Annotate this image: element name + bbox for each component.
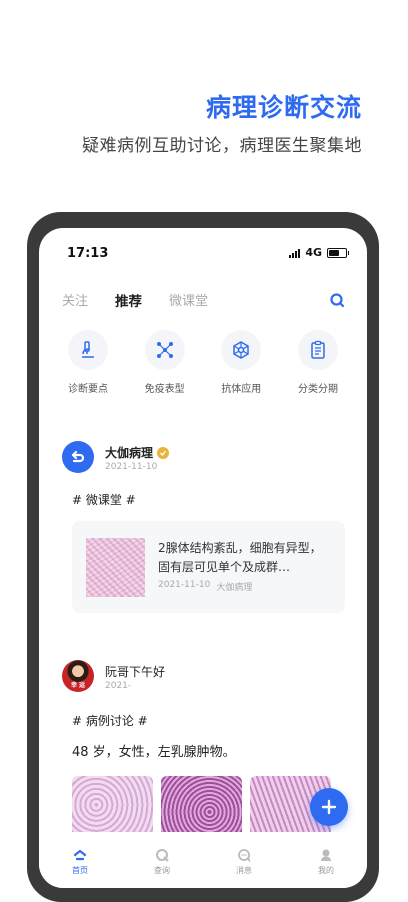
category-label: 分类分期 [297, 384, 338, 395]
network-icon [156, 342, 173, 358]
network-label: 4G [305, 246, 322, 259]
signal-icon [289, 248, 301, 258]
article-date: 2021-11-10 [158, 580, 211, 590]
query-icon [156, 849, 169, 862]
post-author[interactable]: 大伽病理 [105, 444, 170, 461]
search-icon[interactable] [329, 292, 345, 308]
avatar[interactable]: 幸 运 [62, 660, 94, 692]
tab-follow[interactable]: 关注 [62, 290, 88, 310]
hero-subtitle: 疑难病例互助讨论，病理医生聚集地 [82, 136, 362, 156]
article-title: 2腺体结构紊乱，细胞有异型，固有层可见单个及成群… [158, 541, 322, 574]
nav-profile[interactable]: 我的 [296, 848, 356, 876]
molecule-icon [233, 341, 250, 359]
nav-label: 我的 [318, 866, 334, 875]
post-topic-tag[interactable]: # 微课堂 # [72, 491, 136, 508]
category-diagnosis-points[interactable]: 诊断要点 [53, 330, 123, 395]
home-icon [73, 849, 87, 861]
avatar[interactable] [62, 441, 94, 473]
nav-query[interactable]: 查询 [132, 848, 192, 876]
category-immunophenotype[interactable]: 免疫表型 [130, 330, 200, 395]
post-date: 2021-11-10 [105, 462, 158, 472]
microscope-icon [82, 341, 94, 358]
nav-label: 查询 [154, 866, 170, 875]
category-label: 免疫表型 [144, 384, 185, 395]
post-topic-tag[interactable]: # 病例讨论 # [72, 712, 148, 729]
author-name: 大伽病理 [105, 446, 154, 460]
bottom-nav: 首页 查询 消息 我的 [39, 832, 367, 888]
nav-home[interactable]: 首页 [50, 848, 110, 876]
tab-micro-class[interactable]: 微课堂 [169, 290, 208, 310]
category-row: 诊断要点 免疫表型 抗体应用 分类分期 [53, 330, 353, 395]
tab-recommend[interactable]: 推荐 [115, 290, 142, 310]
status-indicators: 4G [289, 246, 349, 259]
battery-icon [327, 247, 349, 258]
linked-article-card[interactable]: 2腺体结构紊乱，细胞有异型，固有层可见单个及成群… 2021-11-10 大伽病… [72, 521, 345, 613]
post-date: 2021- [105, 681, 132, 691]
phone-screen: 17:13 4G 关注 推荐 微课堂 诊断要点 免疫表型 抗体应用 分类分期 大… [39, 228, 367, 888]
post-text: 48 岁，女性，左乳腺肿物。 [72, 745, 236, 760]
category-label: 诊断要点 [68, 384, 108, 395]
profile-icon [321, 849, 331, 861]
hero-title: 病理诊断交流 [205, 93, 362, 122]
category-antibody-use[interactable]: 抗体应用 [206, 330, 276, 395]
brand-logo-icon [71, 450, 85, 463]
clipboard-icon [311, 340, 325, 359]
avatar-text: 幸 运 [70, 682, 86, 689]
nav-label: 消息 [236, 866, 252, 875]
article-thumbnail [86, 538, 145, 597]
post-author[interactable]: 阮哥下午好 [105, 663, 165, 680]
nav-messages[interactable]: 消息 [214, 848, 274, 876]
nav-label: 首页 [72, 866, 88, 875]
category-classification-staging[interactable]: 分类分期 [283, 330, 353, 395]
plus-icon [321, 799, 337, 815]
status-time: 17:13 [67, 246, 109, 261]
article-meta: 2021-11-10 大伽病理 [158, 580, 252, 593]
create-post-button[interactable] [310, 788, 348, 826]
feed-tabs: 关注 推荐 微课堂 [62, 290, 208, 310]
article-source: 大伽病理 [216, 583, 253, 593]
category-label: 抗体应用 [221, 384, 262, 395]
verified-badge-icon [157, 446, 170, 459]
message-icon [238, 849, 251, 862]
